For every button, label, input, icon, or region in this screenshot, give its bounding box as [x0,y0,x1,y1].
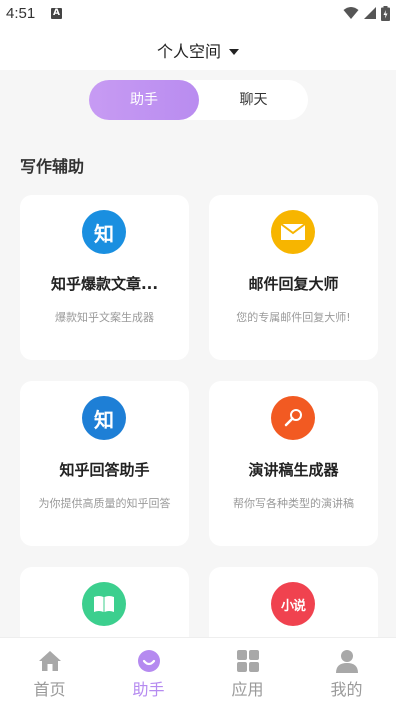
status-bar: 4:51 A [0,0,396,28]
card-title: 知乎爆款文章... [50,275,159,293]
battery-icon [381,5,390,21]
novel-icon: 小说 [271,582,315,626]
card-zhihu-answer[interactable]: 知 知乎回答助手 为你提供高质量的知乎回答 [20,381,189,546]
card-zhihu-article[interactable]: 知 知乎爆款文章... 爆款知乎文案生成器 [20,195,189,360]
apps-grid-icon [236,649,260,673]
novel-icon-glyph: 小说 [280,598,306,614]
profile-icon [335,649,359,673]
section-title: 写作辅助 [20,157,85,176]
space-selector[interactable]: 个人空间 [0,38,396,62]
card-speech-generator[interactable]: 演讲稿生成器 帮你写各种类型的演讲稿 [209,381,378,546]
card-description: 帮你写各种类型的演讲稿 [233,497,354,510]
card-title: 邮件回复大师 [248,275,339,293]
mode-tabs: 助手 聊天 [89,80,308,120]
card-title: 知乎回答助手 [59,461,150,479]
envelope-glyph [280,223,306,240]
nav-apps[interactable]: 应用 [198,638,297,705]
zhihu-icon: 知 [82,210,126,254]
notification-a-icon: A [51,8,62,19]
tab-chat[interactable]: 聊天 [199,80,308,120]
card-description: 爆款知乎文案生成器 [55,311,154,324]
nav-home[interactable]: 首页 [0,638,99,705]
nav-label: 首页 [33,680,66,699]
microphone-glyph [284,409,302,427]
nav-assistant[interactable]: 助手 [99,638,198,705]
card-email-master[interactable]: 邮件回复大师 您的专属邮件回复大师! [209,195,378,360]
zhihu-icon: 知 [82,396,126,440]
card-title: 演讲稿生成器 [248,461,339,479]
signal-icon [364,7,376,19]
card-description: 为你提供高质量的知乎回答 [38,497,171,510]
zhihu-icon-glyph: 知 [94,221,114,246]
caret-down-icon [229,48,239,55]
assistant-icon [137,649,161,673]
nav-label: 我的 [330,680,363,699]
page-title: 个人空间 [156,42,221,61]
microphone-icon [271,396,315,440]
nav-profile[interactable]: 我的 [297,638,396,705]
book-glyph [94,596,114,612]
nav-label: 助手 [132,680,165,699]
card-description: 您的专属邮件回复大师! [236,311,351,324]
wifi-icon [343,7,359,19]
status-icons [343,5,390,21]
app-header: 个人空间 [0,28,396,70]
envelope-icon [271,210,315,254]
status-time: 4:51 [6,5,36,22]
tab-assistant[interactable]: 助手 [89,80,199,120]
zhihu-icon-glyph: 知 [94,407,114,432]
bottom-navigation: 首页 助手 应用 我的 [0,637,396,705]
book-icon [82,582,126,626]
nav-label: 应用 [231,680,264,699]
home-icon [38,649,62,673]
